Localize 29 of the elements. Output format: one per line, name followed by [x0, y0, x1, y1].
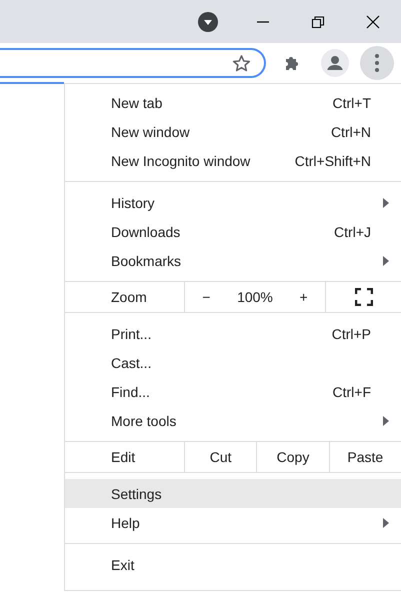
fullscreen-icon[interactable] — [354, 288, 372, 306]
restore-icon[interactable] — [311, 14, 325, 28]
edit-label: Edit — [65, 442, 185, 472]
zoom-in-button[interactable]: + — [291, 289, 316, 305]
profile-icon[interactable] — [321, 49, 349, 77]
star-icon[interactable] — [232, 54, 251, 72]
edit-action-button[interactable]: Paste — [330, 442, 401, 472]
zoom-out-button[interactable]: − — [194, 289, 218, 305]
menu-item[interactable]: New window Ctrl+N — [65, 117, 401, 146]
menu-item[interactable]: Find... Ctrl+F — [65, 377, 401, 406]
menu-item[interactable]: New Incognito window Ctrl+Shift+N — [65, 146, 401, 175]
menu-item[interactable]: Cast... — [65, 348, 401, 377]
edit-action-button[interactable]: Cut — [185, 442, 258, 472]
menu-item[interactable]: Exit — [65, 550, 401, 579]
menu-item[interactable]: Print... Ctrl+P — [65, 319, 401, 348]
edit-action-button[interactable]: Copy — [257, 442, 330, 472]
menu-item[interactable]: Downloads Ctrl+J — [65, 217, 401, 246]
zoom-label: Zoom — [65, 282, 185, 312]
menu-item[interactable]: Bookmarks — [65, 246, 401, 275]
menu-item[interactable]: Help — [65, 508, 401, 537]
zoom-level: 100% — [237, 289, 273, 305]
close-icon[interactable] — [366, 14, 380, 28]
menu-item[interactable]: More tools — [65, 406, 401, 435]
address-field[interactable] — [0, 48, 266, 78]
menu-item[interactable]: Settings — [65, 479, 401, 508]
tab-search-icon[interactable] — [198, 12, 218, 32]
menu-item[interactable]: History — [65, 188, 401, 217]
menu-icon[interactable] — [360, 46, 394, 80]
menu-item[interactable]: New tab Ctrl+T — [65, 88, 401, 117]
